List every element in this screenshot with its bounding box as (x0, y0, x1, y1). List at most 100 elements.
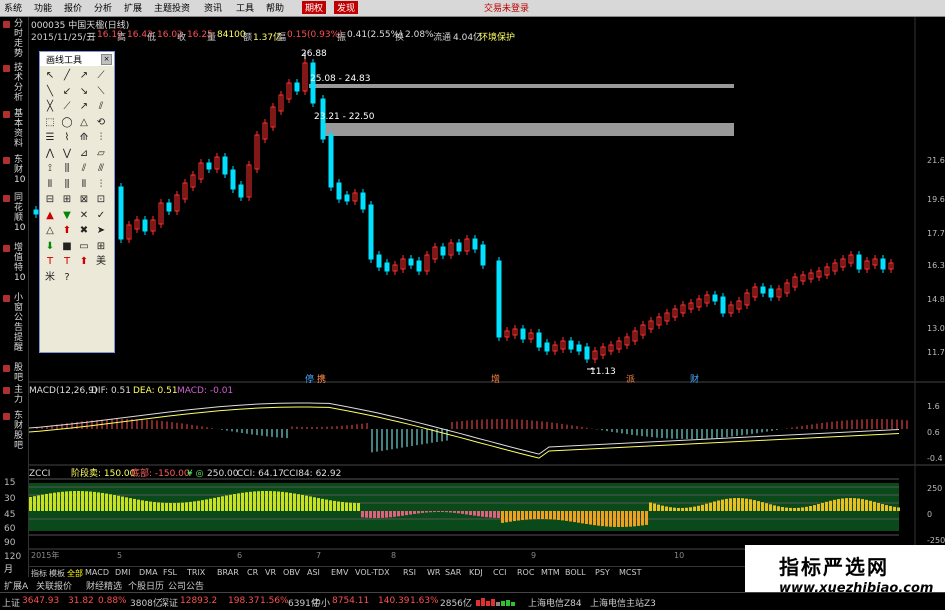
tool-bands-icon[interactable]: ⫽ (77, 162, 91, 176)
tool-lines-icon[interactable]: ⫼ (60, 178, 74, 192)
indicator-tab[interactable]: WR (427, 568, 440, 577)
tool-fib-icon[interactable]: ☰ (43, 131, 57, 145)
indicator-tab[interactable]: BRAR (217, 568, 239, 577)
toolbox-titlebar[interactable]: 画线工具 × (40, 52, 114, 66)
indicator-tab[interactable]: KDJ (469, 568, 483, 577)
chart-area[interactable]: 26.88 25.08 - 24.83 23.21 - 22.50 11.13 … (29, 17, 945, 565)
tool-seg-icon[interactable]: ⟋ (94, 69, 108, 83)
tool-gann-icon[interactable]: ⟰ (77, 131, 91, 145)
tool-fill-icon[interactable]: ■ (60, 240, 74, 254)
indicator-tab[interactable]: CCI (493, 568, 507, 577)
menu-tools[interactable]: 工具 (236, 1, 254, 14)
tool-fan-icon[interactable]: ⫼ (60, 162, 74, 176)
tool-grid-icon[interactable]: ⦀ (43, 178, 57, 192)
sidebar-item-tech-analysis[interactable]: 技术分析 (14, 63, 28, 103)
tool-dots-icon[interactable]: ⫶ (94, 178, 108, 192)
tool-speed-icon[interactable]: ⟟ (43, 162, 57, 176)
tool-delete-icon[interactable]: ✕ (77, 209, 91, 223)
tool-triangle-icon[interactable]: △ (77, 116, 91, 130)
tab-finance-news[interactable]: 财经精选 (86, 579, 122, 592)
tool-text-icon[interactable]: T (43, 255, 57, 269)
event-marker-halt[interactable]: 停 (305, 373, 314, 385)
indicator-tab[interactable]: BOLL (565, 568, 586, 577)
tool-down-right-icon[interactable]: ↘ (77, 85, 91, 99)
tool-text-red-icon[interactable]: T (60, 255, 74, 269)
tool-cross-icon[interactable]: ╳ (43, 100, 57, 114)
tool-up-mark-icon[interactable]: ▲ (43, 209, 57, 223)
tool-pointer-icon[interactable]: ➤ (94, 224, 108, 238)
tool-cursor-icon[interactable]: ↖ (43, 69, 57, 83)
indicator-tab[interactable]: CR (247, 568, 258, 577)
tab-company-notice[interactable]: 公司公告 (168, 579, 204, 592)
event-marker-dividend[interactable]: 派 (626, 374, 635, 385)
menu-analysis[interactable]: 分析 (94, 1, 112, 14)
drawing-toolbox[interactable]: 画线工具 × ↖ ╱ ↗ ⟋ ╲ ↙ ↘ ⟍ ╳ ⟋ ↗ ⫽ ⬚ ◯ △ ⟲ ☰ ⌇ ⟰ ⫶ ⋀ ⋁ ⊿ ▱ ⟟ ⫼ ⫽ ⫻ ⦀ ⫼ ⦀ ⫶ ⊟… (39, 51, 115, 353)
event-marker-finance[interactable]: 财 (690, 373, 699, 385)
tool-parallelogram-icon[interactable]: ▱ (94, 147, 108, 161)
sidebar-item-ths10[interactable]: 同花顺10 (14, 193, 28, 233)
tool-rect-icon[interactable]: ⬚ (43, 116, 57, 130)
indicator-tab[interactable]: TRIX (187, 568, 205, 577)
tool-valley-icon[interactable]: ⋁ (60, 147, 74, 161)
indicator-tab[interactable]: MACD (85, 568, 109, 577)
event-marker-increase[interactable]: 增 (491, 373, 500, 385)
tab-stock-calendar[interactable]: 个股日历 (128, 579, 164, 592)
tool-line-icon[interactable]: ╱ (60, 69, 74, 83)
tool-box3-icon[interactable]: ⊠ (77, 193, 91, 207)
sidebar-item-intraday[interactable]: 分时走势 (14, 19, 28, 59)
indicator-tab[interactable]: FSL (163, 568, 177, 577)
tool-down-icon[interactable]: ⬇ (43, 240, 57, 254)
menu-system[interactable]: 系统 (4, 1, 22, 14)
tool-up-arrow-icon[interactable]: ↗ (77, 100, 91, 114)
tool-tri-icon[interactable]: △ (43, 224, 57, 238)
tool-multi-icon[interactable]: ⫻ (94, 162, 108, 176)
tool-rice-icon[interactable]: 米 (43, 271, 57, 285)
tool-parallel-icon[interactable]: ⫽ (94, 100, 108, 114)
sidebar-item-notice[interactable]: 小窗公告提醒 (14, 293, 28, 353)
tab-extend-a[interactable]: 扩展A (4, 579, 28, 592)
menu-help[interactable]: 帮助 (266, 1, 284, 14)
indicator-tab[interactable]: VOL-TDX (355, 568, 390, 577)
indicator-tab[interactable]: OBV (283, 568, 300, 577)
tool-seg2-icon[interactable]: ⟍ (94, 85, 108, 99)
tool-x-icon[interactable]: ✖ (77, 224, 91, 238)
menu-quote[interactable]: 报价 (64, 1, 82, 14)
indicator-tab[interactable]: SAR (445, 568, 461, 577)
tool-peak-icon[interactable]: ⋀ (43, 147, 57, 161)
sidebar-item-value-added[interactable]: 增值特10 (14, 243, 28, 283)
server-status-1[interactable]: 上海电信Z84 (528, 596, 582, 609)
event-marker-join[interactable]: 携 (317, 373, 326, 385)
tool-channel-icon[interactable]: ⫶ (94, 131, 108, 145)
close-icon[interactable]: × (101, 54, 112, 65)
sidebar-item-forum[interactable]: 股吧 (14, 363, 28, 383)
sidebar-item-fundamentals[interactable]: 基本资料 (14, 109, 28, 149)
server-status-2[interactable]: 上海电信主站Z3 (590, 596, 656, 609)
sidebar-item-main-force[interactable]: 主力 (14, 385, 28, 405)
trade-login-link[interactable]: 交易未登录 (484, 1, 529, 14)
tool-angle-icon[interactable]: ⊿ (77, 147, 91, 161)
indicator-tab[interactable]: MCST (619, 568, 641, 577)
tool-wave-icon[interactable]: ⌇ (60, 131, 74, 145)
tool-box-icon[interactable]: ⊟ (43, 193, 57, 207)
indicator-tab[interactable]: RSI (403, 568, 416, 577)
tool-frame-icon[interactable]: ▭ (77, 240, 91, 254)
menu-function[interactable]: 功能 (34, 1, 52, 14)
tool-box2-icon[interactable]: ⊞ (60, 193, 74, 207)
tool-check-icon[interactable]: ✓ (94, 209, 108, 223)
sidebar-item-em-forum[interactable]: 东财股吧 (14, 411, 28, 451)
menu-extend[interactable]: 扩展 (124, 1, 142, 14)
tool-grid2-icon[interactable]: ⊞ (94, 240, 108, 254)
menu-theme-invest[interactable]: 主题投资 (154, 1, 190, 14)
tab-related-quotes[interactable]: 关联报价 (36, 579, 72, 592)
indicator-tab[interactable]: DMI (115, 568, 130, 577)
indicator-tab[interactable]: EMV (331, 568, 348, 577)
tool-down-arrow-icon[interactable]: ↙ (60, 85, 74, 99)
tool-cycle-icon[interactable]: ⟲ (94, 116, 108, 130)
menu-news[interactable]: 资讯 (204, 1, 222, 14)
indicator-tab[interactable]: ROC (517, 568, 534, 577)
tool-vbars-icon[interactable]: ⦀ (77, 178, 91, 192)
tool-beauty-icon[interactable]: 美 (94, 255, 108, 269)
discover-button[interactable]: 发现 (334, 1, 359, 14)
indicator-tab[interactable]: PSY (595, 568, 610, 577)
tool-circle-icon[interactable]: ◯ (60, 116, 74, 130)
